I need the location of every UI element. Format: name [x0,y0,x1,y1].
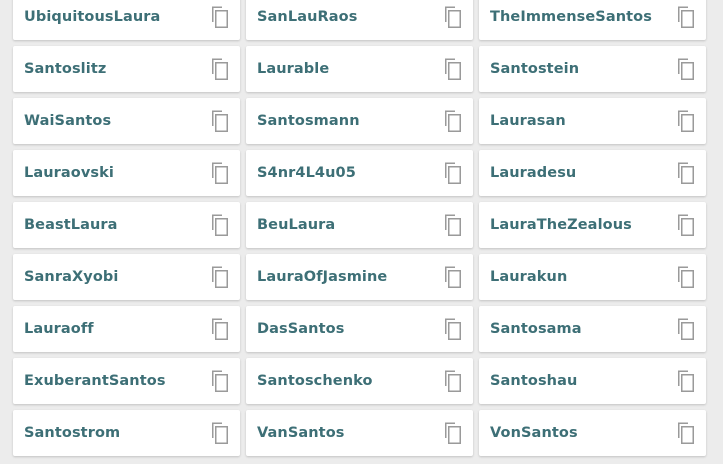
suggested-name: BeuLaura [257,217,336,233]
suggested-name: Santoschenko [257,373,373,389]
name-card[interactable]: BeastLaura [13,202,240,248]
name-card[interactable]: Santostein [479,46,706,92]
name-card[interactable]: Santostrom [13,410,240,456]
suggested-name: Laurasan [490,113,566,129]
suggested-name: DasSantos [257,321,345,337]
suggested-name: Santosama [490,321,582,337]
suggested-name: WaiSantos [24,113,112,129]
copy-icon[interactable] [441,161,463,185]
suggested-name: Santostrom [24,425,121,441]
copy-icon[interactable] [674,57,696,81]
copy-icon[interactable] [208,109,230,133]
copy-icon[interactable] [674,421,696,445]
name-card[interactable]: Lauradesu [479,150,706,196]
name-card[interactable]: VanSantos [246,410,473,456]
copy-icon[interactable] [674,109,696,133]
name-card[interactable]: Santosama [479,306,706,352]
copy-icon[interactable] [441,213,463,237]
suggested-name: VonSantos [490,425,578,441]
suggested-name: Laurable [257,61,330,77]
name-card[interactable]: DasSantos [246,306,473,352]
copy-icon[interactable] [674,317,696,341]
copy-icon[interactable] [208,369,230,393]
suggested-name: LauraOfJasmine [257,269,388,285]
copy-icon[interactable] [208,161,230,185]
copy-icon[interactable] [441,317,463,341]
copy-icon[interactable] [441,265,463,289]
copy-icon[interactable] [208,265,230,289]
copy-icon[interactable] [441,369,463,393]
suggested-name: Santostein [490,61,580,77]
name-card[interactable]: Santoslitz [13,46,240,92]
name-card[interactable]: Laurasan [479,98,706,144]
suggested-name: Laurakun [490,269,568,285]
suggested-name: UbiquitousLaura [24,9,161,25]
copy-icon[interactable] [441,109,463,133]
suggested-name: SanraXyobi [24,269,119,285]
copy-icon[interactable] [208,5,230,29]
name-card[interactable]: Lauraovski [13,150,240,196]
copy-icon[interactable] [674,213,696,237]
suggested-name: VanSantos [257,425,345,441]
copy-icon[interactable] [674,265,696,289]
name-card[interactable]: SanLauRaos [246,0,473,40]
copy-icon[interactable] [208,57,230,81]
suggested-name: ExuberantSantos [24,373,166,389]
copy-icon[interactable] [441,57,463,81]
suggested-name: Santosmann [257,113,360,129]
copy-icon[interactable] [441,421,463,445]
name-card[interactable]: LauraTheZealous [479,202,706,248]
name-card[interactable]: Santosmann [246,98,473,144]
name-card[interactable]: Laurable [246,46,473,92]
name-card[interactable]: LauraOfJasmine [246,254,473,300]
suggested-name: Santoslitz [24,61,107,77]
suggested-name: Lauradesu [490,165,577,181]
name-card[interactable]: TheImmenseSantos [479,0,706,40]
name-card[interactable]: Lauraoff [13,306,240,352]
name-card[interactable]: Laurakun [479,254,706,300]
suggested-name: BeastLaura [24,217,118,233]
suggested-name: TheImmenseSantos [490,9,652,25]
suggested-name: S4nr4L4u05 [257,165,356,181]
suggested-name: LauraTheZealous [490,217,632,233]
copy-icon[interactable] [208,421,230,445]
name-card[interactable]: WaiSantos [13,98,240,144]
username-suggestion-grid: UbiquitousLaura SanLauRaos TheImmenseSanto… [13,0,706,456]
suggested-name: Lauraovski [24,165,114,181]
copy-icon[interactable] [674,369,696,393]
name-card[interactable]: BeuLaura [246,202,473,248]
copy-icon[interactable] [208,213,230,237]
name-card[interactable]: VonSantos [479,410,706,456]
name-card[interactable]: UbiquitousLaura [13,0,240,40]
name-card[interactable]: S4nr4L4u05 [246,150,473,196]
name-card[interactable]: ExuberantSantos [13,358,240,404]
name-card[interactable]: SanraXyobi [13,254,240,300]
name-card[interactable]: Santoshau [479,358,706,404]
copy-icon[interactable] [208,317,230,341]
name-card[interactable]: Santoschenko [246,358,473,404]
copy-icon[interactable] [441,5,463,29]
suggested-name: Santoshau [490,373,578,389]
suggested-name: Lauraoff [24,321,94,337]
copy-icon[interactable] [674,161,696,185]
suggested-name: SanLauRaos [257,9,358,25]
copy-icon[interactable] [674,5,696,29]
